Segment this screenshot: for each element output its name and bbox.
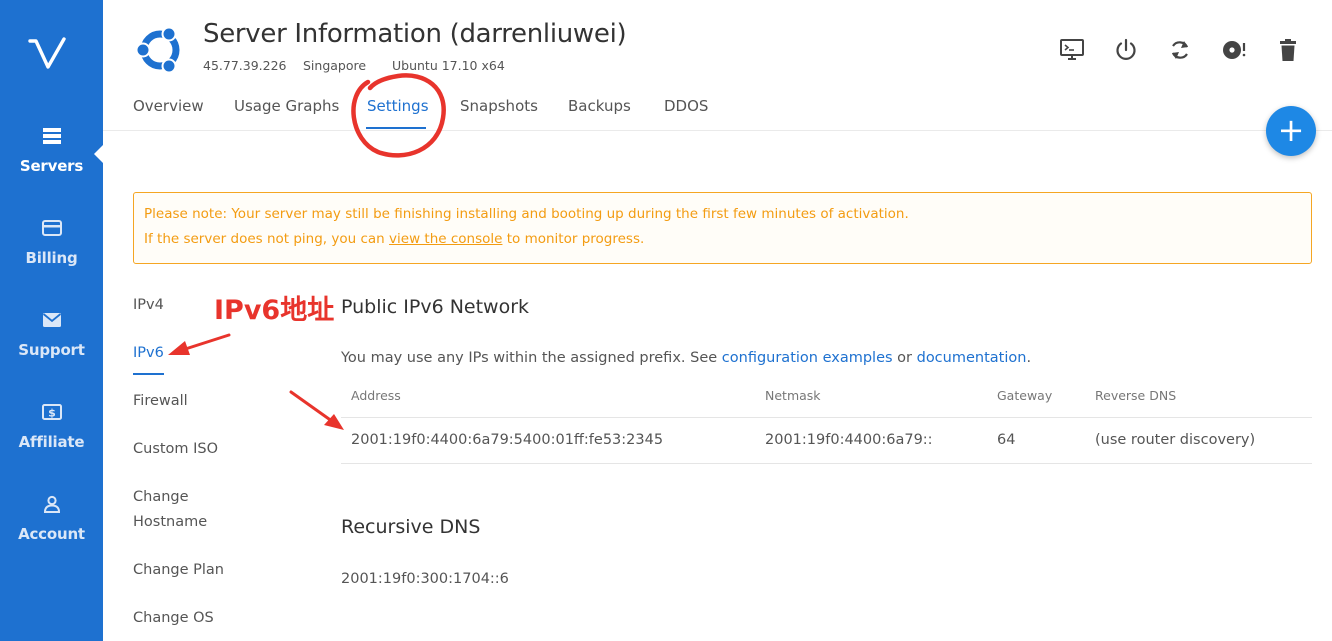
nav-account[interactable]: Account: [0, 492, 103, 543]
annotation-label: IPv6地址: [214, 295, 335, 326]
nav-affiliate[interactable]: $ Affiliate: [0, 400, 103, 451]
notice-text-suffix: to monitor progress.: [502, 231, 645, 247]
view-console-link[interactable]: view the console: [389, 231, 502, 247]
svg-text:$: $: [48, 407, 56, 420]
annotation-arrow-address: [289, 390, 338, 426]
server-os: Ubuntu 17.10 x64: [392, 58, 505, 73]
nav-billing-label: Billing: [25, 249, 78, 267]
server-location: Singapore: [303, 58, 367, 73]
column-gateway: Gateway: [997, 388, 1053, 403]
recursive-dns-value: 2001:19f0:300:1704::6: [341, 571, 509, 587]
tab-overview[interactable]: Overview: [133, 97, 204, 115]
vultr-logo[interactable]: [28, 35, 70, 77]
tab-backups[interactable]: Backups: [568, 97, 631, 115]
annotation-circle: [351, 73, 446, 158]
desc-prefix: You may use any IPs within the assigned …: [341, 350, 722, 366]
configuration-examples-link[interactable]: configuration examples: [722, 350, 893, 366]
deploy-server-button[interactable]: +: [1266, 106, 1316, 156]
nav-servers-label: Servers: [19, 157, 84, 175]
dollar-icon: $: [41, 404, 62, 420]
column-address: Address: [351, 388, 401, 403]
server-ip: 45.77.39.226: [203, 58, 287, 73]
settings-change-plan[interactable]: Change Plan: [133, 558, 224, 583]
envelope-icon: [42, 313, 61, 327]
tabs-divider: [103, 130, 1332, 131]
settings-custom-iso[interactable]: Custom ISO: [133, 437, 218, 462]
credit-card-icon: [41, 220, 62, 236]
settings-change-os[interactable]: Change OS: [133, 606, 214, 631]
desc-mid: or: [892, 350, 917, 366]
nav-support-label: Support: [18, 341, 85, 359]
active-tab-underline: [366, 127, 426, 129]
plus-icon: +: [1277, 111, 1305, 149]
dns-section-title: Recursive DNS: [341, 516, 481, 538]
table-header-divider: [341, 417, 1312, 418]
servers-icon: [42, 128, 61, 144]
page-title: Server Information (darrenliuwei): [203, 19, 627, 49]
reinstall-icon[interactable]: [1221, 37, 1247, 63]
power-icon[interactable]: [1113, 37, 1139, 63]
trash-icon[interactable]: [1275, 37, 1301, 63]
settings-firewall[interactable]: Firewall: [133, 389, 188, 414]
settings-change-hostname[interactable]: Change Hostname: [133, 485, 207, 535]
ipv6-netmask: 2001:19f0:4400:6a79::: [765, 432, 933, 448]
ipv6-gateway: 64: [997, 432, 1016, 448]
settings-ipv6[interactable]: IPv6: [133, 341, 164, 366]
annotation-arrow-ipv6: [174, 333, 231, 354]
user-icon: [43, 495, 60, 513]
ipv6-section-title: Public IPv6 Network: [341, 296, 530, 318]
change-hostname-line1: Change: [133, 489, 189, 505]
nav-servers[interactable]: Servers: [0, 124, 103, 175]
tab-usage-graphs[interactable]: Usage Graphs: [234, 97, 339, 115]
nav-affiliate-label: Affiliate: [18, 433, 85, 451]
nav-billing[interactable]: Billing: [0, 216, 103, 267]
tab-ddos[interactable]: DDOS: [664, 97, 708, 115]
ipv6-description: You may use any IPs within the assigned …: [341, 350, 1031, 366]
settings-active-underline: [133, 373, 164, 375]
desc-suffix: .: [1026, 350, 1032, 366]
ubuntu-icon: [135, 26, 180, 74]
notice-line-2: If the server does not ping, you can vie…: [144, 231, 644, 247]
ipv6-address: 2001:19f0:4400:6a79:5400:01ff:fe53:2345: [351, 432, 664, 448]
notice-text-prefix: If the server does not ping, you can: [144, 231, 390, 247]
table-row-divider: [341, 463, 1312, 464]
nav-account-label: Account: [18, 525, 85, 543]
change-hostname-line2: Hostname: [133, 514, 208, 530]
ipv6-reverse-dns: (use router discovery): [1095, 432, 1256, 448]
tab-settings[interactable]: Settings: [367, 97, 429, 115]
annotation-arrowhead-ipv6: [168, 341, 190, 355]
restart-icon[interactable]: [1167, 37, 1193, 63]
tab-snapshots[interactable]: Snapshots: [460, 97, 538, 115]
activation-notice: Please note: Your server may still be fi…: [133, 192, 1312, 264]
nav-support[interactable]: Support: [0, 308, 103, 359]
column-reverse-dns: Reverse DNS: [1095, 388, 1177, 403]
documentation-link[interactable]: documentation: [917, 350, 1027, 366]
console-icon[interactable]: [1059, 37, 1085, 63]
active-indicator: [94, 145, 103, 163]
sidebar: Servers Billing Support $ Affiliate Acco…: [0, 0, 103, 641]
column-netmask: Netmask: [765, 388, 821, 403]
notice-line-1: Please note: Your server may still be fi…: [144, 206, 909, 222]
settings-ipv4[interactable]: IPv4: [133, 293, 164, 318]
